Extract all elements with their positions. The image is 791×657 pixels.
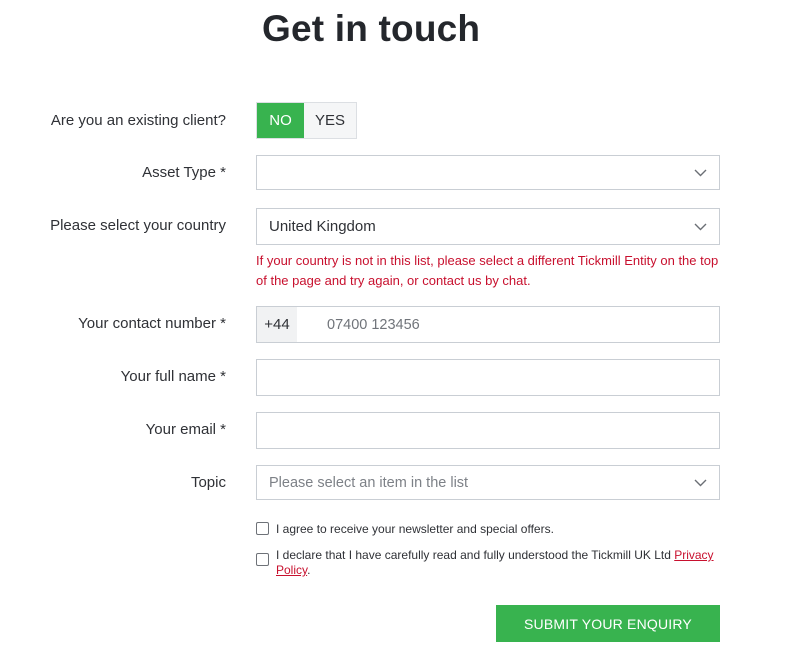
submit-enquiry-button[interactable]: SUBMIT YOUR ENQUIRY — [496, 605, 720, 642]
privacy-text: I declare that I have carefully read and… — [276, 548, 720, 578]
newsletter-row: I agree to receive your newsletter and s… — [256, 522, 554, 537]
privacy-row: I declare that I have carefully read and… — [256, 548, 720, 578]
chevron-down-icon — [693, 476, 707, 490]
full-name-label: Your full name * — [120, 368, 226, 385]
contact-number-label: Your contact number * — [78, 315, 226, 332]
page-title: Get in touch — [262, 8, 481, 49]
topic-label: Topic — [190, 474, 226, 491]
email-input[interactable] — [257, 413, 719, 448]
full-name-field — [256, 359, 720, 396]
newsletter-checkbox[interactable] — [256, 522, 269, 535]
privacy-checkbox[interactable] — [256, 553, 269, 566]
existing-client-toggle: NO YES — [256, 102, 357, 139]
privacy-label: I declare that I have carefully read and… — [276, 548, 675, 562]
chevron-down-icon — [693, 220, 707, 234]
chevron-down-icon — [693, 166, 707, 180]
topic-placeholder: Please select an item in the list — [269, 474, 469, 491]
asset-type-select[interactable] — [256, 155, 720, 190]
topic-select[interactable]: Please select an item in the list — [256, 465, 720, 500]
asset-type-label: Asset Type * — [142, 164, 226, 181]
contact-number-field: +44 — [256, 306, 720, 343]
existing-client-yes-button[interactable]: YES — [304, 103, 356, 138]
country-code-prefix: +44 — [257, 307, 297, 342]
contact-number-input[interactable] — [297, 307, 719, 342]
existing-client-label: Are you an existing client? — [50, 112, 226, 129]
newsletter-label: I agree to receive your newsletter and s… — [276, 522, 554, 536]
privacy-suffix: . — [307, 563, 311, 577]
country-label: Please select your country — [50, 217, 226, 234]
country-value: United Kingdom — [269, 218, 376, 235]
full-name-input[interactable] — [257, 360, 719, 395]
email-field — [256, 412, 720, 449]
country-note: If your country is not in this list, ple… — [256, 253, 719, 288]
existing-client-no-button[interactable]: NO — [257, 103, 304, 138]
country-select[interactable]: United Kingdom — [256, 208, 720, 245]
email-label: Your email * — [145, 421, 226, 438]
